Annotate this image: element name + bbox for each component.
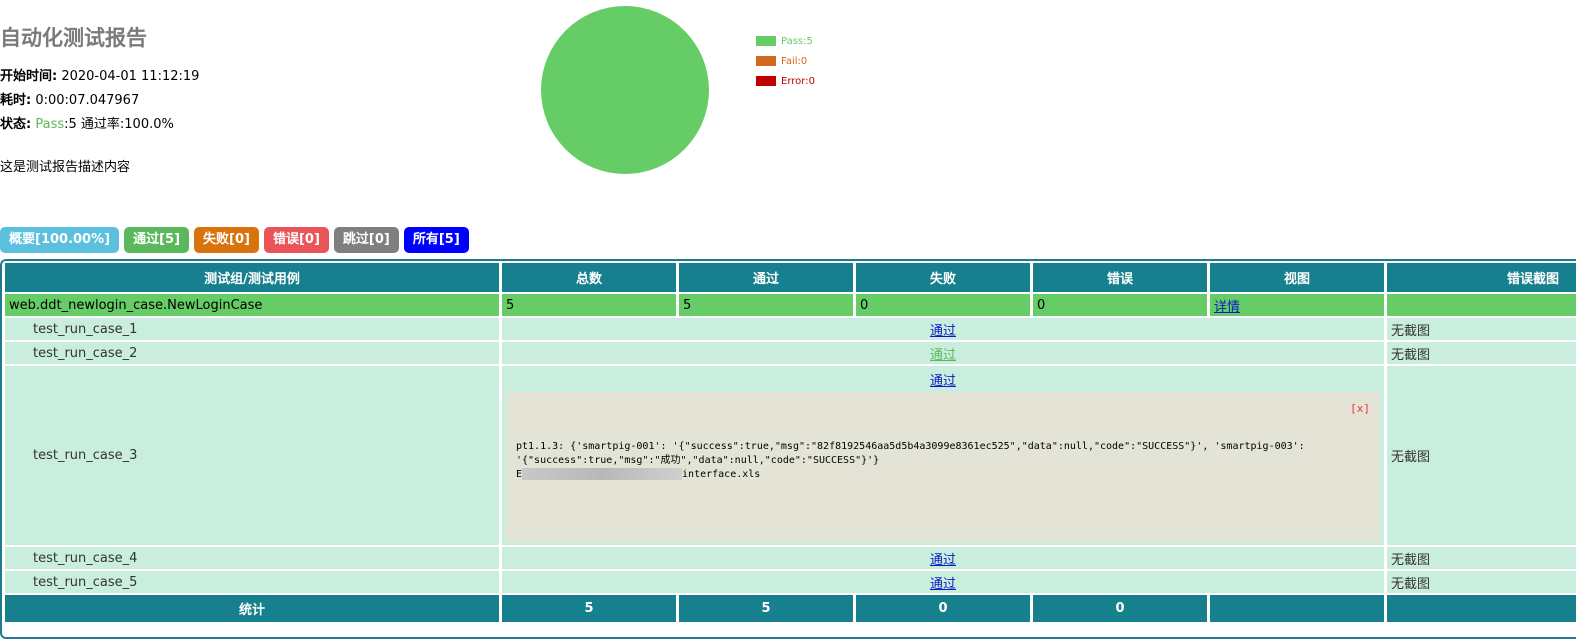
case-screenshot: 无截图 [1387,571,1576,593]
start-time: 开始时间: 2020-04-01 11:12:19 [0,65,199,84]
case-screenshot: 无截图 [1387,366,1576,545]
table-row: test_run_case_1 通过 无截图 [5,318,1576,340]
case-status-cell: 通过 [502,318,1384,340]
report-title: 自动化测试报告 [0,26,147,50]
status-summary: :5 通过率:100.0% [64,117,174,132]
group-name: web.ddt_newlogin_case.NewLoginCase [5,294,499,316]
detail-link[interactable]: 详情 [1214,300,1240,315]
legend-label: Pass:5 [781,36,813,47]
table-row: test_run_case_2 通过 无截图 [5,342,1576,364]
case-status-link[interactable]: 通过 [930,324,956,339]
group-fail: 0 [856,294,1030,316]
report-description: 这是测试报告描述内容 [0,160,131,175]
summary-error: 0 [1033,595,1207,622]
case-status-link[interactable]: 通过 [930,348,956,363]
filter-button[interactable]: 失败[0] [194,227,259,253]
case-screenshot: 无截图 [1387,318,1576,340]
start-time-value: 2020-04-01 11:12:19 [61,69,200,84]
case-status-cell: 通过 [502,571,1384,593]
group-error: 0 [1033,294,1207,316]
header-view: 视图 [1210,263,1384,292]
redacted-path [522,468,683,480]
group-screenshot-cell [1387,294,1576,316]
case-name: test_run_case_5 [5,571,499,593]
case-name: test_run_case_2 [5,342,499,364]
case-screenshot: 无截图 [1387,342,1576,364]
filter-button[interactable]: 通过[5] [124,227,190,253]
group-view-cell: 详情 [1210,294,1384,316]
summary-fail: 0 [856,595,1030,622]
chart-legend: Pass:5 Fail:0 Error:0 [756,36,815,96]
duration-value: 0:00:07.047967 [35,93,140,108]
duration-label: 耗时: [0,93,32,108]
header-screenshot: 错误截图 [1387,263,1576,292]
filter-button[interactable]: 概要[100.00%] [0,227,120,253]
legend-swatch [756,56,776,66]
group-pass: 5 [679,294,853,316]
table-header-row: 测试组/测试用例 总数 通过 失败 错误 视图 错误截图 [5,263,1576,292]
status-label: 状态: [0,117,32,132]
legend-swatch [756,76,776,86]
case-status-cell: 通过 [502,547,1384,569]
duration: 耗时: 0:00:07.047967 [0,89,139,108]
status-line: 状态: Pass:5 通过率:100.0% [0,113,174,132]
start-time-label: 开始时间: [0,69,58,84]
group-total: 5 [502,294,676,316]
table-row: test_run_case_4 通过 无截图 [5,547,1576,569]
header-error: 错误 [1033,263,1207,292]
result-table: 测试组/测试用例 总数 通过 失败 错误 视图 错误截图 web.ddt_new… [2,261,1576,624]
close-log-button[interactable]: [x] [1350,402,1370,415]
summary-label: 统计 [5,595,499,622]
case-status-cell: 通过 [502,342,1384,364]
case-status-link[interactable]: 通过 [930,374,956,389]
log-text: pt1.1.3: {'smartpig-001': '{"success":tr… [516,440,1305,482]
filter-button[interactable]: 跳过[0] [333,227,399,253]
group-row: web.ddt_newlogin_case.NewLoginCase 5 5 0… [5,294,1576,316]
filter-bar: 概要[100.00%] 通过[5] 失败[0] 错误[0] 跳过[0] 所有[5] [0,227,469,253]
error-log-panel: [x] pt1.1.3: {'smartpig-001': '{"success… [506,392,1380,542]
legend-item: Fail:0 [756,56,815,76]
header-fail: 失败 [856,263,1030,292]
header-total: 总数 [502,263,676,292]
case-screenshot: 无截图 [1387,547,1576,569]
log-line-1: pt1.1.3: {'smartpig-001': '{"success":tr… [516,441,1305,452]
summary-row: 统计 5 5 0 0 [5,595,1576,622]
filter-button[interactable]: 所有[5] [403,227,469,253]
case-status-cell: 通过 [x] pt1.1.3: {'smartpig-001': '{"succ… [502,366,1384,545]
legend-label: Error:0 [781,76,815,87]
status-pass-word: Pass [35,117,65,132]
case-name: test_run_case_1 [5,318,499,340]
result-table-container: 测试组/测试用例 总数 通过 失败 错误 视图 错误截图 web.ddt_new… [0,259,1576,639]
legend-item: Error:0 [756,76,815,96]
legend-item: Pass:5 [756,36,815,56]
summary-view [1210,595,1384,622]
case-status-link[interactable]: 通过 [930,553,956,568]
case-name: test_run_case_3 [5,366,499,545]
table-row: test_run_case_3 通过 [x] pt1.1.3: {'smartp… [5,366,1576,545]
legend-swatch [756,36,776,46]
case-status-link[interactable]: 通过 [930,577,956,592]
pie-slice-pass [541,6,709,174]
result-pie-chart [541,6,709,174]
filter-button[interactable]: 错误[0] [263,227,329,253]
summary-pass: 5 [679,595,853,622]
log-line-2: '{"success":true,"msg":"成功","data":null,… [516,455,880,466]
summary-screenshot [1387,595,1576,622]
table-row: test_run_case_5 通过 无截图 [5,571,1576,593]
summary-total: 5 [502,595,676,622]
case-name: test_run_case_4 [5,547,499,569]
legend-label: Fail:0 [781,56,808,67]
header-pass: 通过 [679,263,853,292]
log-line-3-end: interface.xls [682,469,761,480]
header-case: 测试组/测试用例 [5,263,499,292]
